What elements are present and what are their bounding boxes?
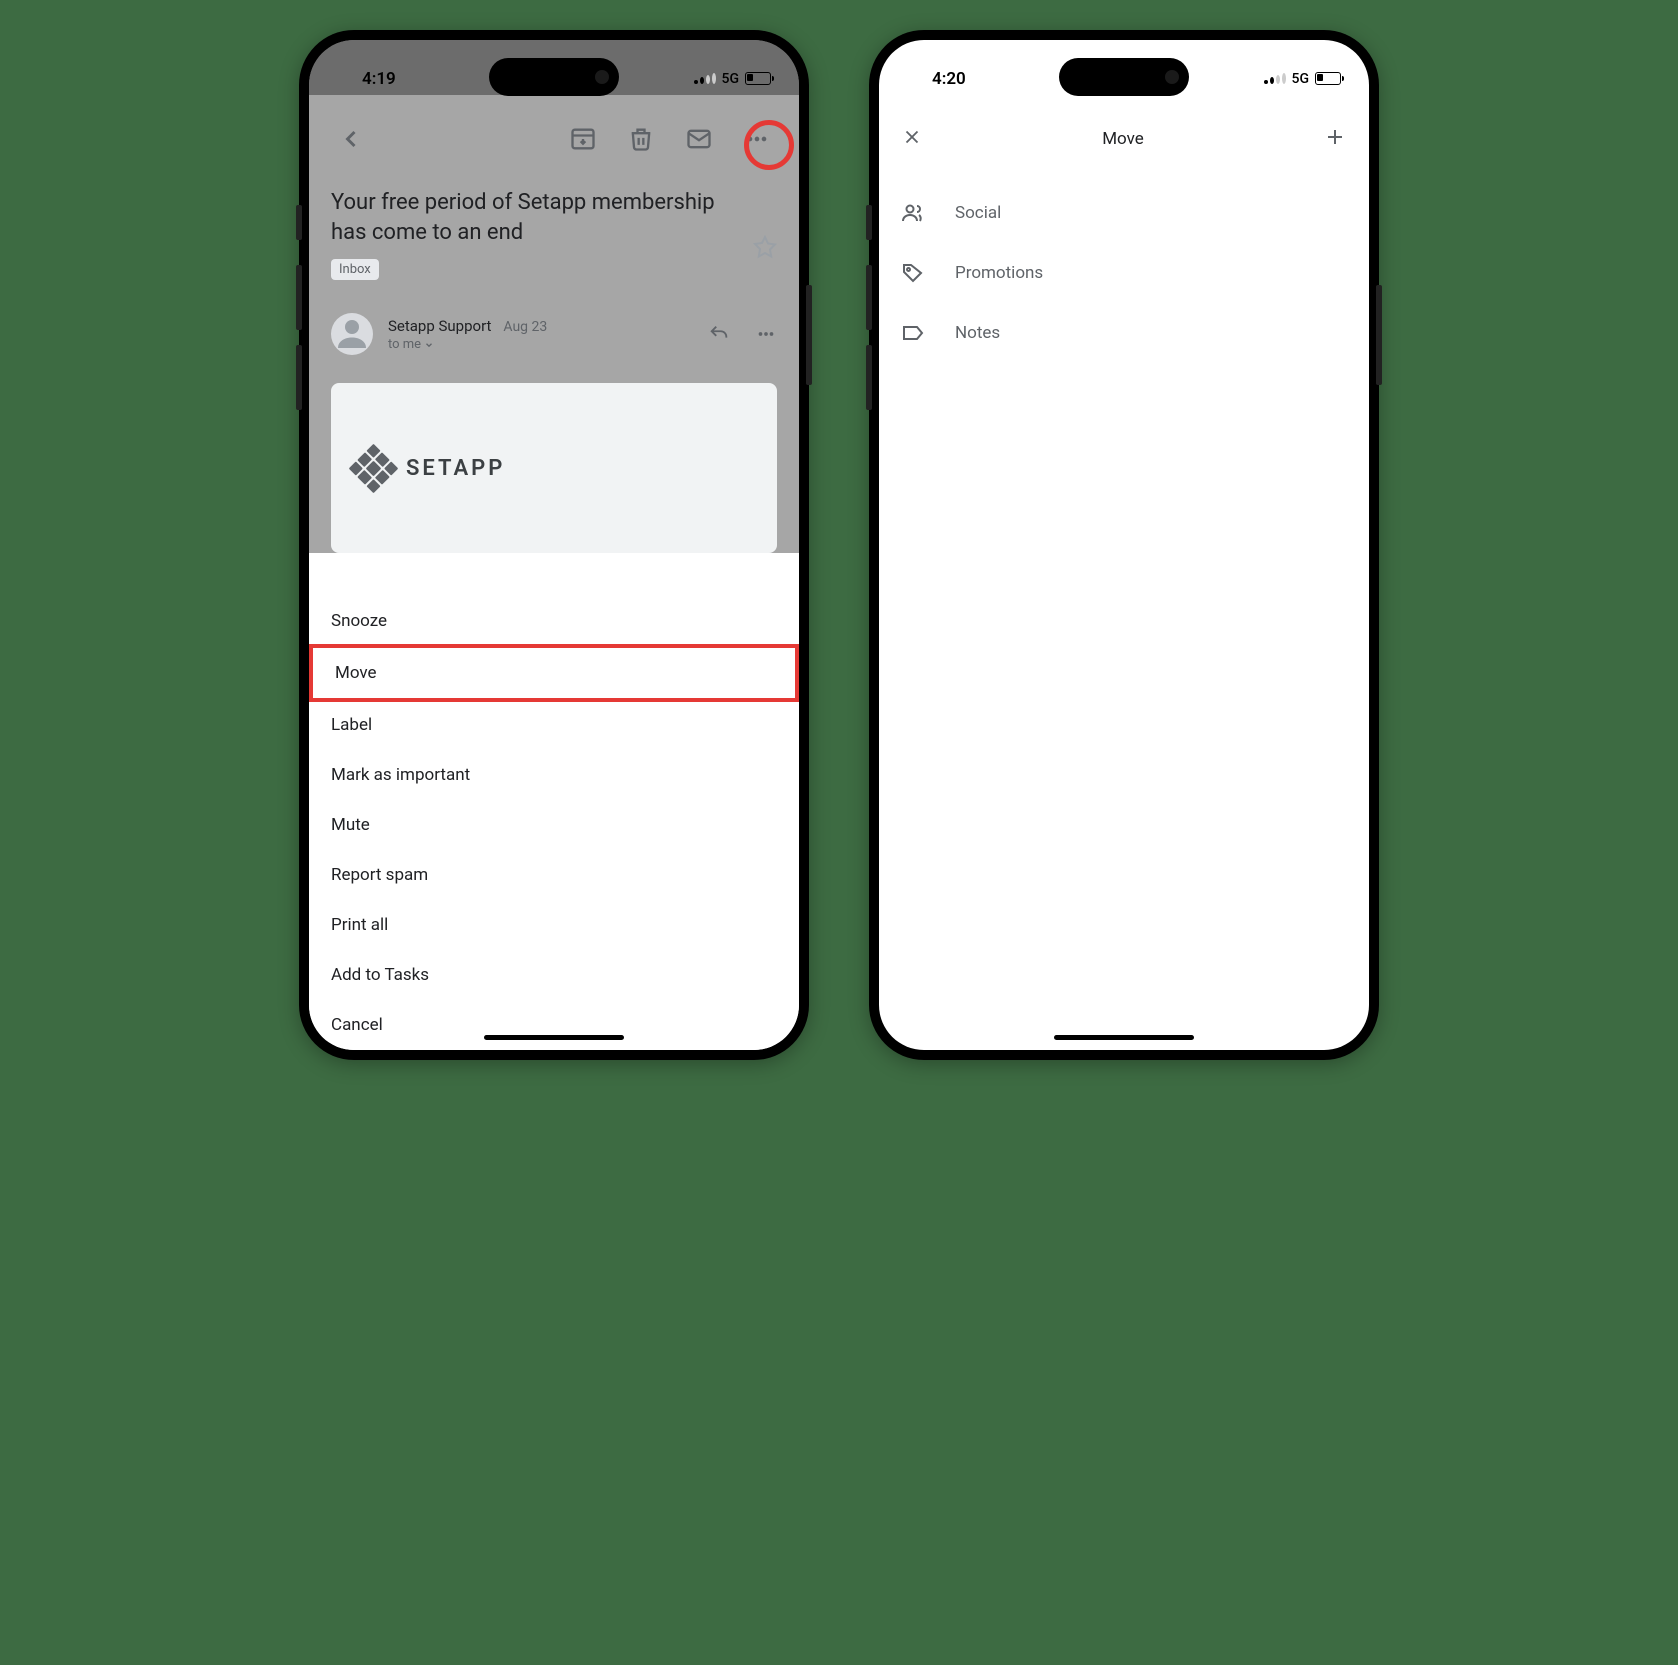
- delete-icon[interactable]: [627, 125, 655, 153]
- action-mute[interactable]: Mute: [309, 800, 799, 850]
- add-icon[interactable]: [1323, 125, 1347, 153]
- action-move[interactable]: Move: [309, 644, 799, 702]
- home-indicator[interactable]: [484, 1035, 624, 1040]
- sender-name: Setapp Support: [388, 317, 491, 335]
- folder-label: Social: [955, 203, 1001, 223]
- network-label: 5G: [1292, 71, 1310, 87]
- home-indicator[interactable]: [1054, 1035, 1194, 1040]
- sender-row[interactable]: Setapp Support Aug 23 to me: [309, 295, 799, 373]
- action-label[interactable]: Label: [309, 700, 799, 750]
- close-icon[interactable]: [901, 126, 923, 152]
- label-icon: [901, 321, 925, 345]
- tutorial-highlight-circle: [744, 120, 794, 170]
- sender-more-icon[interactable]: [755, 321, 777, 347]
- folder-promotions[interactable]: Promotions: [879, 243, 1369, 303]
- action-snooze[interactable]: Snooze: [309, 596, 799, 646]
- status-time: 4:19: [362, 69, 396, 89]
- mail-icon[interactable]: [685, 125, 713, 153]
- inbox-label[interactable]: Inbox: [331, 259, 379, 280]
- folder-label: Promotions: [955, 263, 1043, 283]
- reply-icon[interactable]: [708, 321, 730, 347]
- move-header: Move: [879, 95, 1369, 173]
- star-icon[interactable]: [753, 235, 777, 263]
- battery-icon: [1315, 72, 1341, 85]
- signal-icon: [694, 73, 716, 84]
- folder-social[interactable]: Social: [879, 183, 1369, 243]
- action-sheet: Snooze Move Label Mark as important Mute…: [309, 596, 799, 1050]
- action-print-all[interactable]: Print all: [309, 900, 799, 950]
- tag-icon: [901, 261, 925, 285]
- folder-notes[interactable]: Notes: [879, 303, 1369, 363]
- battery-icon: [745, 72, 771, 85]
- back-button[interactable]: [337, 125, 365, 153]
- action-cancel[interactable]: Cancel: [309, 1000, 799, 1050]
- sender-date: Aug 23: [503, 319, 547, 335]
- dynamic-island: [1059, 58, 1189, 96]
- sender-to[interactable]: to me: [388, 337, 693, 352]
- action-add-to-tasks[interactable]: Add to Tasks: [309, 950, 799, 1000]
- phone-frame-left: 4:19 5G: [299, 30, 809, 1060]
- setapp-logo: SETAPP: [356, 451, 505, 486]
- email-body: SETAPP: [331, 383, 777, 553]
- email-subject: Your free period of Setapp membership ha…: [331, 188, 777, 247]
- archive-icon[interactable]: [569, 125, 597, 153]
- signal-icon: [1264, 73, 1286, 84]
- move-title: Move: [1102, 129, 1144, 149]
- folder-label: Notes: [955, 323, 1000, 343]
- phone-frame-right: 4:20 5G Move: [869, 30, 1379, 1060]
- people-icon: [901, 201, 925, 225]
- status-time: 4:20: [932, 69, 966, 89]
- email-toolbar: [309, 95, 799, 173]
- network-label: 5G: [722, 71, 740, 87]
- action-mark-important[interactable]: Mark as important: [309, 750, 799, 800]
- dynamic-island: [489, 58, 619, 96]
- avatar: [331, 313, 373, 355]
- action-report-spam[interactable]: Report spam: [309, 850, 799, 900]
- folder-list: Social Promotions Notes: [879, 173, 1369, 373]
